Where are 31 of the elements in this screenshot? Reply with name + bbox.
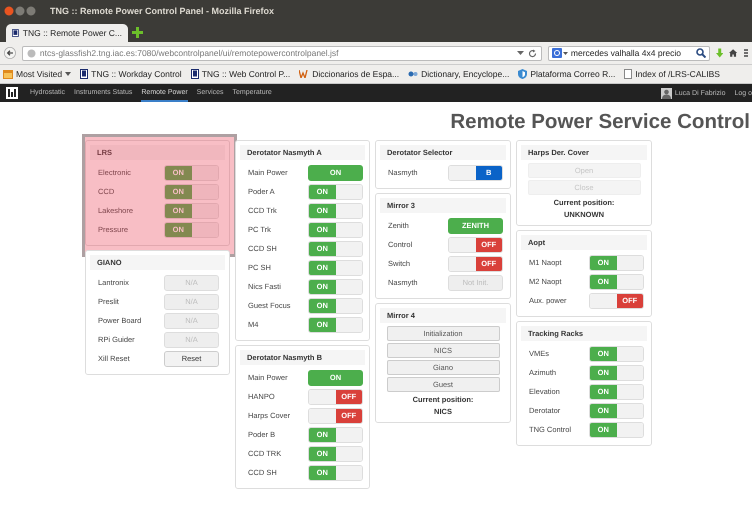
address-field[interactable]: ntcs-glassfish2.tng.iac.es:7080/webcontrolpanel/ui/remotepowercontrolpanel.jsf <box>22 46 542 60</box>
w-icon <box>299 70 310 78</box>
bookmark-link[interactable]: Dictionary, Encyclope... <box>408 69 510 79</box>
dropdown-icon[interactable] <box>516 50 524 56</box>
bookmark-link[interactable]: TNG :: Web Control P... <box>190 69 290 79</box>
circles-icon <box>408 70 418 78</box>
bookmark-link[interactable]: Index of /LRS-CALIBS <box>624 69 720 79</box>
search-engine-icon[interactable] <box>552 48 568 58</box>
browser-tab[interactable]: TNG :: Remote Power C... <box>6 24 128 42</box>
page-icon <box>12 28 19 38</box>
shield-icon <box>518 69 528 79</box>
menu-icon[interactable] <box>744 48 748 58</box>
page-icon <box>190 69 199 79</box>
user-icon <box>660 88 672 98</box>
window-title: TNG :: Remote Power Control Panel - Mozilla Firefox <box>50 6 274 16</box>
bookmark-link[interactable]: Plataforma Correo R... <box>518 69 616 79</box>
reload-icon[interactable] <box>528 48 537 58</box>
back-icon[interactable] <box>4 45 16 61</box>
blank-page-icon <box>624 69 632 79</box>
logo-icon[interactable] <box>6 87 18 99</box>
page-icon <box>80 69 88 79</box>
bookmark-link[interactable]: Most Visited <box>3 69 72 79</box>
home-icon[interactable] <box>729 48 738 58</box>
new-tab-icon[interactable] <box>132 27 143 38</box>
caret-icon <box>65 72 72 76</box>
folder-icon <box>3 70 13 78</box>
page-heading: Remote Power Service Control <box>449 109 751 135</box>
search-icon[interactable] <box>696 48 706 58</box>
search-field[interactable]: mercedes valhalla 4x4 precio <box>548 46 710 60</box>
bookmark-link[interactable]: TNG :: Workday Control <box>80 69 182 79</box>
bookmark-link[interactable]: Diccionarios de Espa... <box>299 69 400 79</box>
